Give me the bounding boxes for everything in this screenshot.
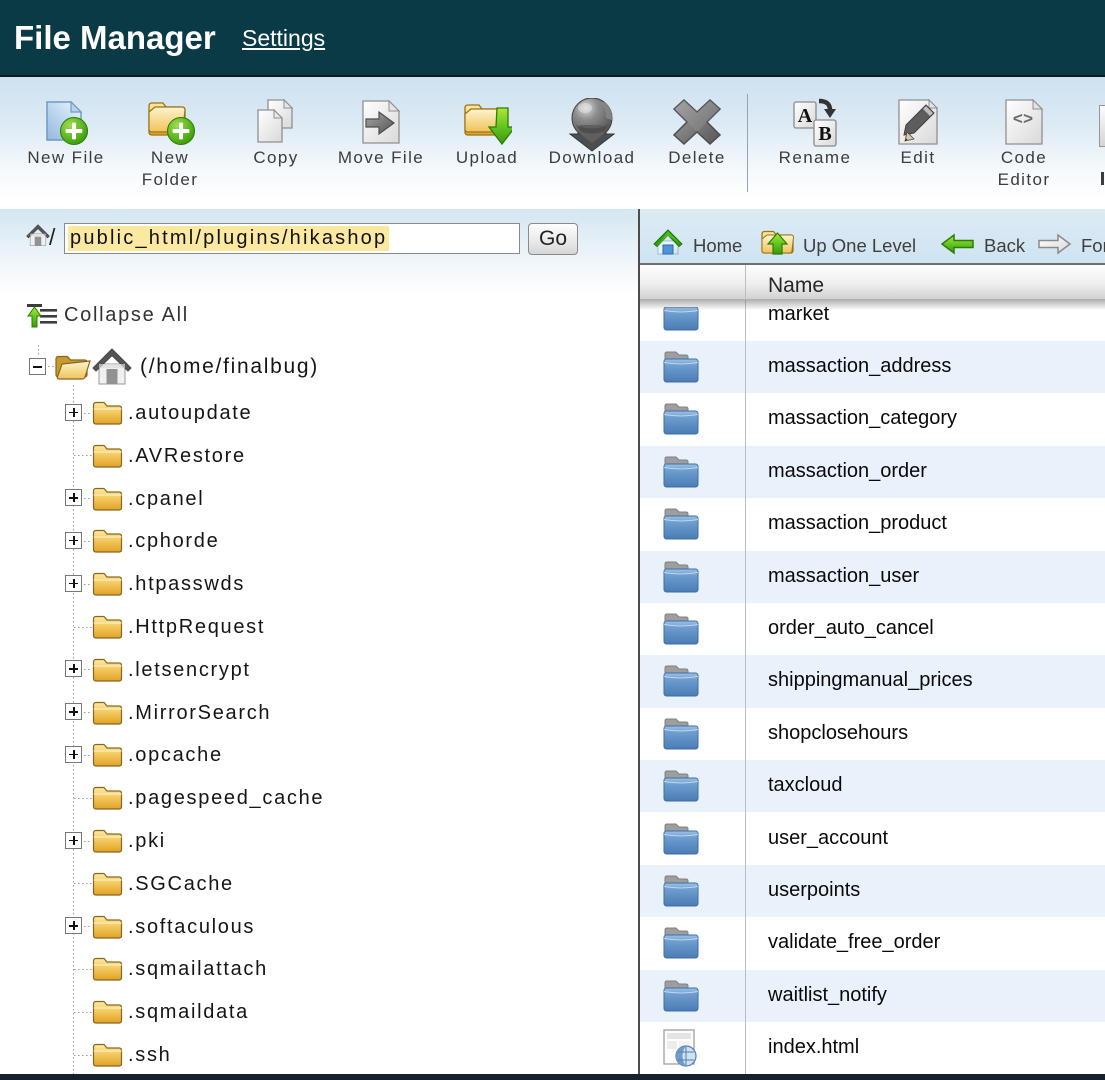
svg-text:<>: <> (1013, 111, 1033, 130)
svg-text:B: B (818, 123, 831, 145)
svg-text:A: A (798, 105, 813, 127)
